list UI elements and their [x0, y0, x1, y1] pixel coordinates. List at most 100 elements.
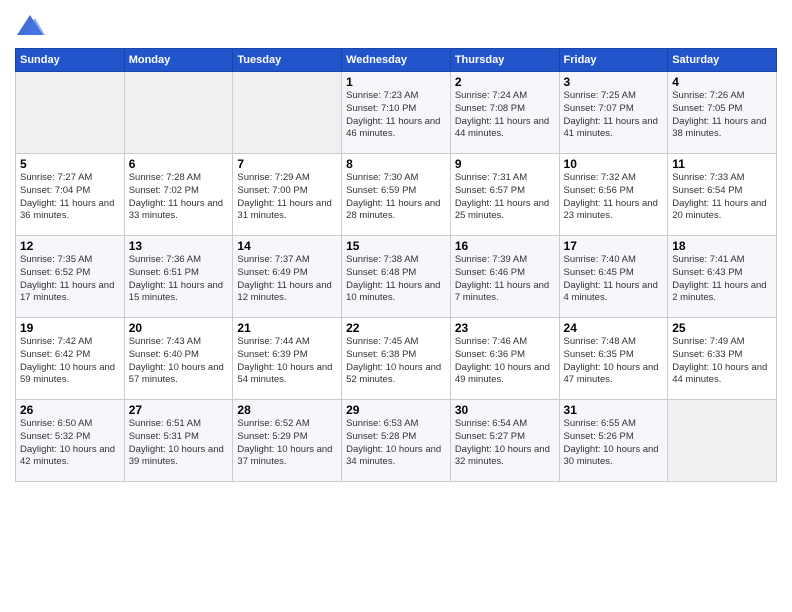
calendar-cell: [233, 72, 342, 154]
day-info: Sunrise: 7:40 AMSunset: 6:45 PMDaylight:…: [564, 254, 664, 305]
calendar-cell: 5 Sunrise: 7:27 AMSunset: 7:04 PMDayligh…: [16, 154, 125, 236]
calendar-cell: 30 Sunrise: 6:54 AMSunset: 5:27 PMDaylig…: [450, 400, 559, 482]
calendar-cell: 16 Sunrise: 7:39 AMSunset: 6:46 PMDaylig…: [450, 236, 559, 318]
day-info: Sunrise: 7:39 AMSunset: 6:46 PMDaylight:…: [455, 254, 555, 305]
calendar-cell: 12 Sunrise: 7:35 AMSunset: 6:52 PMDaylig…: [16, 236, 125, 318]
calendar-cell: 29 Sunrise: 6:53 AMSunset: 5:28 PMDaylig…: [342, 400, 451, 482]
page-container: SundayMondayTuesdayWednesdayThursdayFrid…: [0, 0, 792, 612]
day-info: Sunrise: 7:42 AMSunset: 6:42 PMDaylight:…: [20, 336, 120, 387]
logo: [15, 10, 49, 40]
calendar-week-row: 26 Sunrise: 6:50 AMSunset: 5:32 PMDaylig…: [16, 400, 777, 482]
calendar-cell: 23 Sunrise: 7:46 AMSunset: 6:36 PMDaylig…: [450, 318, 559, 400]
day-number: 22: [346, 321, 446, 335]
day-info: Sunrise: 7:41 AMSunset: 6:43 PMDaylight:…: [672, 254, 772, 305]
calendar-cell: [124, 72, 233, 154]
calendar-cell: 9 Sunrise: 7:31 AMSunset: 6:57 PMDayligh…: [450, 154, 559, 236]
day-info: Sunrise: 6:55 AMSunset: 5:26 PMDaylight:…: [564, 418, 664, 469]
calendar-cell: [668, 400, 777, 482]
day-info: Sunrise: 6:50 AMSunset: 5:32 PMDaylight:…: [20, 418, 120, 469]
day-number: 3: [564, 75, 664, 89]
calendar-cell: 6 Sunrise: 7:28 AMSunset: 7:02 PMDayligh…: [124, 154, 233, 236]
day-number: 6: [129, 157, 229, 171]
calendar-cell: 20 Sunrise: 7:43 AMSunset: 6:40 PMDaylig…: [124, 318, 233, 400]
calendar-cell: 13 Sunrise: 7:36 AMSunset: 6:51 PMDaylig…: [124, 236, 233, 318]
calendar-cell: 27 Sunrise: 6:51 AMSunset: 5:31 PMDaylig…: [124, 400, 233, 482]
calendar-cell: 24 Sunrise: 7:48 AMSunset: 6:35 PMDaylig…: [559, 318, 668, 400]
calendar-cell: 22 Sunrise: 7:45 AMSunset: 6:38 PMDaylig…: [342, 318, 451, 400]
calendar-cell: 14 Sunrise: 7:37 AMSunset: 6:49 PMDaylig…: [233, 236, 342, 318]
day-info: Sunrise: 6:53 AMSunset: 5:28 PMDaylight:…: [346, 418, 446, 469]
calendar-week-row: 19 Sunrise: 7:42 AMSunset: 6:42 PMDaylig…: [16, 318, 777, 400]
day-info: Sunrise: 7:28 AMSunset: 7:02 PMDaylight:…: [129, 172, 229, 223]
day-info: Sunrise: 7:49 AMSunset: 6:33 PMDaylight:…: [672, 336, 772, 387]
day-info: Sunrise: 7:35 AMSunset: 6:52 PMDaylight:…: [20, 254, 120, 305]
weekday-header: Sunday: [16, 49, 125, 72]
day-number: 26: [20, 403, 120, 417]
calendar-cell: 26 Sunrise: 6:50 AMSunset: 5:32 PMDaylig…: [16, 400, 125, 482]
weekday-header: Thursday: [450, 49, 559, 72]
day-number: 12: [20, 239, 120, 253]
calendar-cell: 21 Sunrise: 7:44 AMSunset: 6:39 PMDaylig…: [233, 318, 342, 400]
calendar-cell: 28 Sunrise: 6:52 AMSunset: 5:29 PMDaylig…: [233, 400, 342, 482]
calendar-cell: 2 Sunrise: 7:24 AMSunset: 7:08 PMDayligh…: [450, 72, 559, 154]
calendar-cell: 25 Sunrise: 7:49 AMSunset: 6:33 PMDaylig…: [668, 318, 777, 400]
weekday-header: Wednesday: [342, 49, 451, 72]
day-number: 27: [129, 403, 229, 417]
day-info: Sunrise: 7:45 AMSunset: 6:38 PMDaylight:…: [346, 336, 446, 387]
day-number: 11: [672, 157, 772, 171]
weekday-header: Saturday: [668, 49, 777, 72]
day-number: 30: [455, 403, 555, 417]
day-info: Sunrise: 7:44 AMSunset: 6:39 PMDaylight:…: [237, 336, 337, 387]
weekday-header: Monday: [124, 49, 233, 72]
calendar-cell: 19 Sunrise: 7:42 AMSunset: 6:42 PMDaylig…: [16, 318, 125, 400]
day-number: 19: [20, 321, 120, 335]
day-info: Sunrise: 7:38 AMSunset: 6:48 PMDaylight:…: [346, 254, 446, 305]
day-number: 25: [672, 321, 772, 335]
calendar-week-row: 12 Sunrise: 7:35 AMSunset: 6:52 PMDaylig…: [16, 236, 777, 318]
day-info: Sunrise: 7:27 AMSunset: 7:04 PMDaylight:…: [20, 172, 120, 223]
calendar-cell: 11 Sunrise: 7:33 AMSunset: 6:54 PMDaylig…: [668, 154, 777, 236]
page-header: [15, 10, 777, 40]
day-number: 9: [455, 157, 555, 171]
day-info: Sunrise: 6:52 AMSunset: 5:29 PMDaylight:…: [237, 418, 337, 469]
day-number: 1: [346, 75, 446, 89]
calendar-cell: 4 Sunrise: 7:26 AMSunset: 7:05 PMDayligh…: [668, 72, 777, 154]
calendar-cell: 31 Sunrise: 6:55 AMSunset: 5:26 PMDaylig…: [559, 400, 668, 482]
weekday-header: Friday: [559, 49, 668, 72]
calendar-week-row: 1 Sunrise: 7:23 AMSunset: 7:10 PMDayligh…: [16, 72, 777, 154]
day-info: Sunrise: 7:31 AMSunset: 6:57 PMDaylight:…: [455, 172, 555, 223]
day-number: 4: [672, 75, 772, 89]
day-number: 31: [564, 403, 664, 417]
day-number: 7: [237, 157, 337, 171]
day-info: Sunrise: 7:30 AMSunset: 6:59 PMDaylight:…: [346, 172, 446, 223]
day-number: 16: [455, 239, 555, 253]
day-info: Sunrise: 6:51 AMSunset: 5:31 PMDaylight:…: [129, 418, 229, 469]
day-number: 15: [346, 239, 446, 253]
day-info: Sunrise: 7:29 AMSunset: 7:00 PMDaylight:…: [237, 172, 337, 223]
day-number: 24: [564, 321, 664, 335]
day-number: 14: [237, 239, 337, 253]
calendar-cell: 8 Sunrise: 7:30 AMSunset: 6:59 PMDayligh…: [342, 154, 451, 236]
calendar-cell: 15 Sunrise: 7:38 AMSunset: 6:48 PMDaylig…: [342, 236, 451, 318]
calendar-cell: 10 Sunrise: 7:32 AMSunset: 6:56 PMDaylig…: [559, 154, 668, 236]
day-number: 8: [346, 157, 446, 171]
day-number: 28: [237, 403, 337, 417]
calendar-header-row: SundayMondayTuesdayWednesdayThursdayFrid…: [16, 49, 777, 72]
calendar-cell: [16, 72, 125, 154]
day-info: Sunrise: 7:43 AMSunset: 6:40 PMDaylight:…: [129, 336, 229, 387]
day-number: 10: [564, 157, 664, 171]
day-info: Sunrise: 7:48 AMSunset: 6:35 PMDaylight:…: [564, 336, 664, 387]
day-info: Sunrise: 7:32 AMSunset: 6:56 PMDaylight:…: [564, 172, 664, 223]
day-info: Sunrise: 7:25 AMSunset: 7:07 PMDaylight:…: [564, 90, 664, 141]
day-info: Sunrise: 7:26 AMSunset: 7:05 PMDaylight:…: [672, 90, 772, 141]
day-number: 13: [129, 239, 229, 253]
day-info: Sunrise: 7:36 AMSunset: 6:51 PMDaylight:…: [129, 254, 229, 305]
calendar-cell: 7 Sunrise: 7:29 AMSunset: 7:00 PMDayligh…: [233, 154, 342, 236]
calendar-cell: 17 Sunrise: 7:40 AMSunset: 6:45 PMDaylig…: [559, 236, 668, 318]
weekday-header: Tuesday: [233, 49, 342, 72]
logo-icon: [15, 10, 45, 40]
day-info: Sunrise: 7:33 AMSunset: 6:54 PMDaylight:…: [672, 172, 772, 223]
day-number: 21: [237, 321, 337, 335]
calendar-cell: 3 Sunrise: 7:25 AMSunset: 7:07 PMDayligh…: [559, 72, 668, 154]
day-info: Sunrise: 7:37 AMSunset: 6:49 PMDaylight:…: [237, 254, 337, 305]
